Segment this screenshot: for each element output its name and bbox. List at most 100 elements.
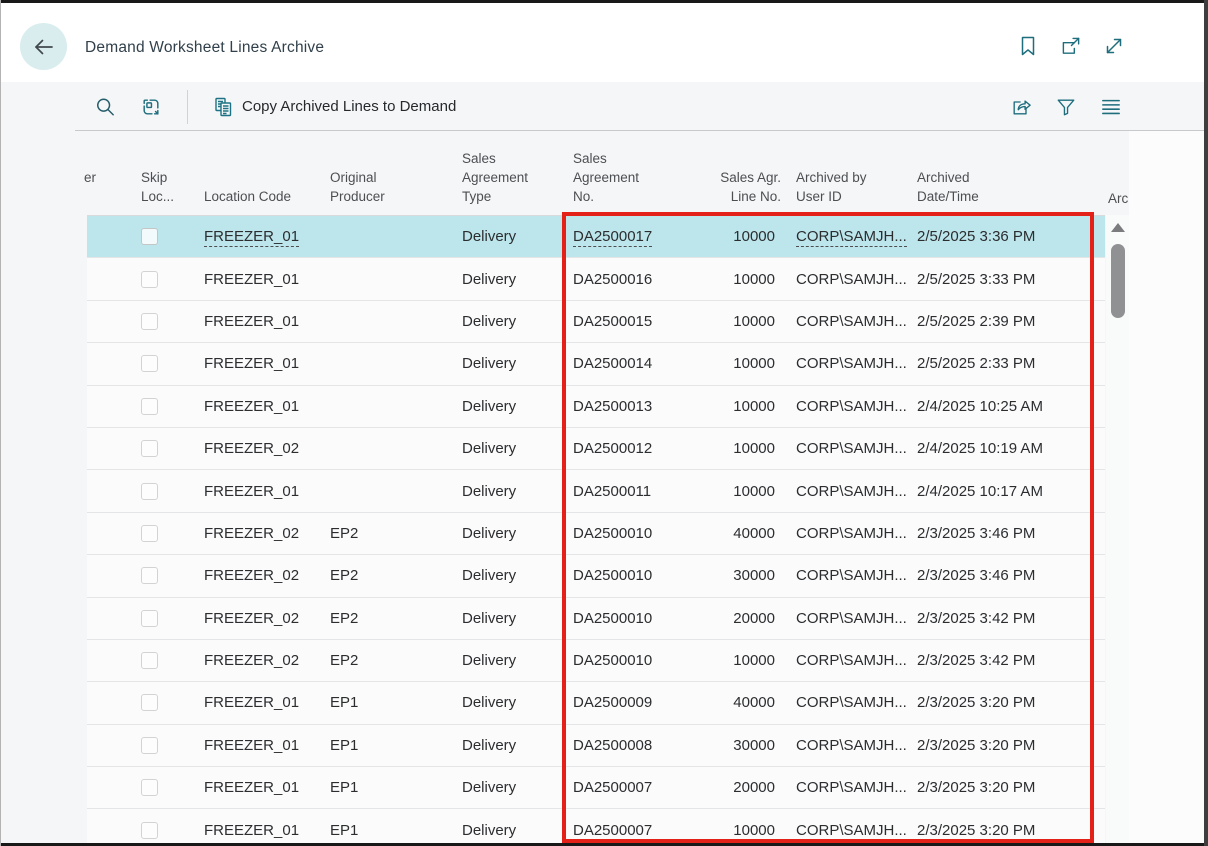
vertical-scrollbar[interactable] xyxy=(1106,215,1129,843)
location-code-cell[interactable]: FREEZER_02 xyxy=(204,439,299,458)
sales-agreement-no-cell[interactable]: DA2500016 xyxy=(573,270,652,289)
sales-agreement-no-cell[interactable]: DA2500015 xyxy=(573,312,652,331)
column-header-sales-agreement-no[interactable]: Sales Agreement No. xyxy=(573,131,710,215)
archived-by-user-id-cell[interactable]: CORP\SAMJH... xyxy=(796,354,907,373)
location-code-cell[interactable]: FREEZER_01 xyxy=(204,482,299,501)
location-code-cell[interactable]: FREEZER_01 xyxy=(204,227,299,247)
location-code-cell[interactable]: FREEZER_01 xyxy=(204,693,299,712)
archived-by-user-id-cell[interactable]: CORP\SAMJH... xyxy=(796,482,907,501)
skip-location-checkbox[interactable] xyxy=(141,271,158,288)
skip-location-checkbox[interactable] xyxy=(141,694,158,711)
table-row[interactable]: FREEZER_01 EP1 Delivery DA2500007 10000 … xyxy=(87,808,1105,843)
location-code-cell[interactable]: FREEZER_02 xyxy=(204,609,299,628)
column-header-archived-by-user-id[interactable]: Archived by User ID xyxy=(788,131,917,215)
table-row[interactable]: FREEZER_01 Delivery DA2500014 10000 CORP… xyxy=(87,342,1105,384)
skip-location-checkbox[interactable] xyxy=(141,228,158,245)
location-code-cell[interactable]: FREEZER_01 xyxy=(204,397,299,416)
filter-icon[interactable] xyxy=(1056,97,1076,117)
location-code-cell[interactable]: FREEZER_01 xyxy=(204,354,299,373)
skip-location-checkbox[interactable] xyxy=(141,398,158,415)
skip-location-checkbox[interactable] xyxy=(141,313,158,330)
back-button[interactable] xyxy=(20,23,67,70)
archived-by-user-id-cell[interactable]: CORP\SAMJH... xyxy=(796,397,907,416)
analyze-icon[interactable] xyxy=(141,97,161,117)
table-row[interactable]: FREEZER_01 Delivery DA2500016 10000 CORP… xyxy=(87,257,1105,299)
location-code-cell[interactable]: FREEZER_01 xyxy=(204,778,299,797)
archived-by-user-id-cell[interactable]: CORP\SAMJH... xyxy=(796,270,907,289)
archived-by-user-id-cell[interactable]: CORP\SAMJH... xyxy=(796,821,907,840)
location-code-cell[interactable]: FREEZER_02 xyxy=(204,566,299,585)
table-row[interactable]: FREEZER_02 Delivery DA2500012 10000 CORP… xyxy=(87,427,1105,469)
table-row[interactable]: FREEZER_01 Delivery DA2500013 10000 CORP… xyxy=(87,385,1105,427)
skip-location-checkbox[interactable] xyxy=(141,483,158,500)
sales-agreement-no-cell[interactable]: DA2500010 xyxy=(573,609,652,628)
sales-agreement-no-cell[interactable]: DA2500010 xyxy=(573,651,652,670)
location-code-cell[interactable]: FREEZER_01 xyxy=(204,312,299,331)
table-row[interactable]: FREEZER_02 EP2 Delivery DA2500010 40000 … xyxy=(87,512,1105,554)
skip-location-checkbox[interactable] xyxy=(141,525,158,542)
search-icon[interactable] xyxy=(95,97,115,117)
sales-agreement-no-cell[interactable]: DA2500010 xyxy=(573,566,652,585)
sales-agreement-no-cell[interactable]: DA2500011 xyxy=(573,482,651,501)
scrollbar-thumb[interactable] xyxy=(1111,244,1125,318)
location-code-cell[interactable]: FREEZER_02 xyxy=(204,651,299,670)
location-code-cell[interactable]: FREEZER_01 xyxy=(204,270,299,289)
sales-agreement-no-cell[interactable]: DA2500017 xyxy=(573,227,652,247)
column-header-location-code[interactable]: Location Code xyxy=(204,131,330,215)
sales-agreement-no-cell[interactable]: DA2500009 xyxy=(573,693,652,712)
sales-agreement-no-cell[interactable]: DA2500014 xyxy=(573,354,652,373)
skip-location-checkbox[interactable] xyxy=(141,822,158,839)
table-row[interactable]: FREEZER_02 EP2 Delivery DA2500010 20000 … xyxy=(87,597,1105,639)
sales-agreement-no-cell[interactable]: DA2500013 xyxy=(573,397,652,416)
scroll-up-arrow-icon[interactable] xyxy=(1111,223,1125,232)
archived-by-user-id-cell[interactable]: CORP\SAMJH... xyxy=(796,524,907,543)
location-code-cell[interactable]: FREEZER_01 xyxy=(204,821,299,840)
copy-archived-lines-button[interactable]: Copy Archived Lines to Demand xyxy=(214,97,456,117)
expand-icon[interactable] xyxy=(1104,36,1124,56)
sales-agreement-no-cell[interactable]: DA2500007 xyxy=(573,821,652,840)
table-row[interactable]: FREEZER_02 EP2 Delivery DA2500010 10000 … xyxy=(87,639,1105,681)
skip-location-checkbox[interactable] xyxy=(141,440,158,457)
right-margin xyxy=(1129,131,1205,843)
archived-by-user-id-cell[interactable]: CORP\SAMJH... xyxy=(796,651,907,670)
menu-icon[interactable] xyxy=(1101,97,1121,117)
table-row[interactable]: FREEZER_01 Delivery DA2500017 10000 CORP… xyxy=(87,215,1105,257)
archived-by-user-id-cell[interactable]: CORP\SAMJH... xyxy=(796,609,907,628)
archived-by-user-id-cell[interactable]: CORP\SAMJH... xyxy=(796,693,907,712)
table-row[interactable]: FREEZER_01 EP1 Delivery DA2500007 20000 … xyxy=(87,766,1105,808)
column-header-sales-agr-line-no[interactable]: Sales Agr. Line No. xyxy=(710,131,788,215)
sales-agreement-no-cell[interactable]: DA2500010 xyxy=(573,524,652,543)
bookmark-icon[interactable] xyxy=(1018,36,1038,56)
skip-location-checkbox[interactable] xyxy=(141,652,158,669)
column-header-sales-agreement-type[interactable]: Sales Agreement Type xyxy=(462,131,573,215)
column-header-archived-datetime[interactable]: Archived Date/Time xyxy=(917,131,1093,215)
table-row[interactable]: FREEZER_01 Delivery DA2500011 10000 CORP… xyxy=(87,469,1105,511)
skip-location-checkbox[interactable] xyxy=(141,737,158,754)
sales-agreement-no-cell[interactable]: DA2500008 xyxy=(573,736,652,755)
table-row[interactable]: FREEZER_01 Delivery DA2500015 10000 CORP… xyxy=(87,300,1105,342)
archived-by-user-id-cell[interactable]: CORP\SAMJH... xyxy=(796,566,907,585)
original-producer-cell: EP1 xyxy=(330,725,462,766)
location-code-cell[interactable]: FREEZER_01 xyxy=(204,736,299,755)
open-in-new-window-icon[interactable] xyxy=(1061,36,1081,56)
sales-agreement-no-cell[interactable]: DA2500012 xyxy=(573,439,652,458)
column-header-skip-location[interactable]: Skip Loc... xyxy=(139,131,204,215)
skip-location-checkbox[interactable] xyxy=(141,567,158,584)
table-body: FREEZER_01 Delivery DA2500017 10000 CORP… xyxy=(87,215,1105,843)
column-header-original-producer[interactable]: Original Producer xyxy=(330,131,462,215)
archived-by-user-id-cell[interactable]: CORP\SAMJH... xyxy=(796,312,907,331)
sales-agreement-no-cell[interactable]: DA2500007 xyxy=(573,778,652,797)
skip-location-checkbox[interactable] xyxy=(141,779,158,796)
table-row[interactable]: FREEZER_01 EP1 Delivery DA2500009 40000 … xyxy=(87,681,1105,723)
table-row[interactable]: FREEZER_01 EP1 Delivery DA2500008 30000 … xyxy=(87,724,1105,766)
location-code-cell[interactable]: FREEZER_02 xyxy=(204,524,299,543)
table-row[interactable]: FREEZER_02 EP2 Delivery DA2500010 30000 … xyxy=(87,554,1105,596)
archived-by-user-id-cell[interactable]: CORP\SAMJH... xyxy=(796,778,907,797)
archived-by-user-id-cell[interactable]: CORP\SAMJH... xyxy=(796,439,907,458)
skip-location-checkbox[interactable] xyxy=(141,610,158,627)
share-icon[interactable] xyxy=(1011,97,1031,117)
sales-agreement-type-cell: Delivery xyxy=(462,301,573,342)
archived-by-user-id-cell[interactable]: CORP\SAMJH... xyxy=(796,736,907,755)
archived-by-user-id-cell[interactable]: CORP\SAMJH... xyxy=(796,227,907,247)
skip-location-checkbox[interactable] xyxy=(141,355,158,372)
